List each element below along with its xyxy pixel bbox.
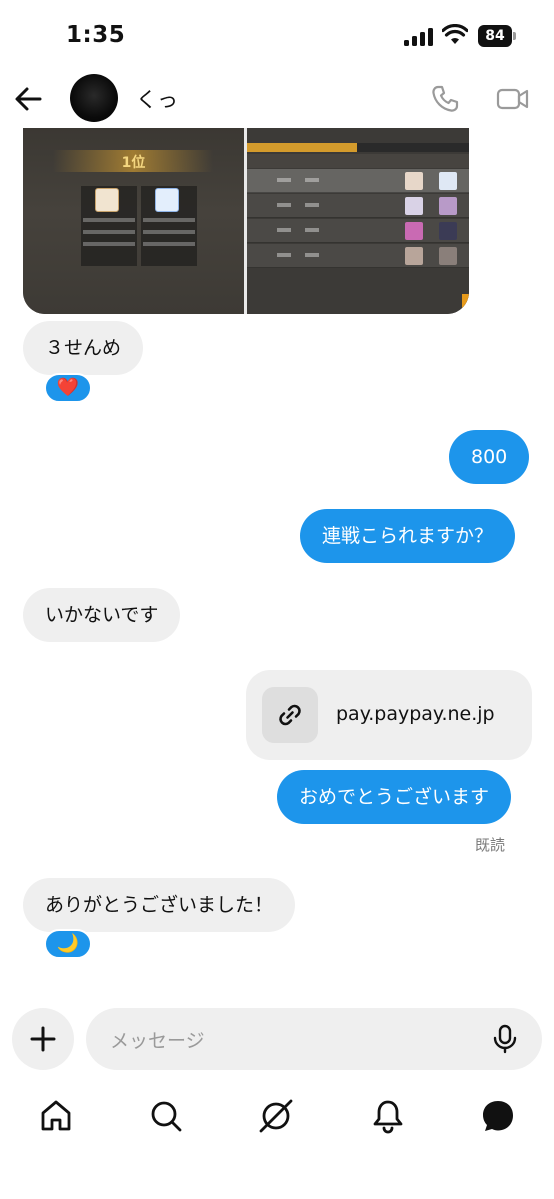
cellular-signal-icon bbox=[404, 28, 434, 46]
microphone-icon[interactable] bbox=[490, 1024, 520, 1054]
message-bubble-outgoing[interactable]: おめでとうございます bbox=[277, 770, 512, 824]
contact-name[interactable]: くっ bbox=[136, 84, 178, 114]
link-preview-card[interactable]: pay.paypay.ne.jp bbox=[246, 670, 532, 760]
link-icon bbox=[279, 704, 301, 726]
back-arrow-icon[interactable] bbox=[12, 84, 46, 114]
message-bubble-outgoing[interactable]: 800 bbox=[449, 430, 530, 484]
read-receipt: 既読 bbox=[475, 836, 506, 854]
chat-header: くっ bbox=[0, 70, 554, 130]
screenshot-ranking-panel bbox=[247, 128, 469, 314]
home-icon[interactable] bbox=[38, 1098, 74, 1134]
message-input-placeholder: メッセージ bbox=[110, 1030, 205, 1052]
message-bubble-outgoing[interactable]: 連戦こられますか？ bbox=[300, 509, 516, 563]
avatar[interactable] bbox=[70, 74, 118, 122]
status-bar: 1:35 84 bbox=[0, 0, 554, 70]
plus-icon bbox=[30, 1026, 56, 1052]
screenshot-result-panel: 1位 bbox=[23, 128, 244, 314]
search-icon[interactable] bbox=[148, 1098, 184, 1134]
message-bubble-incoming[interactable]: いかないです bbox=[23, 588, 181, 642]
message-bubble-incoming[interactable]: ありがとうございました！ bbox=[23, 878, 296, 932]
battery-icon: 84 bbox=[478, 25, 516, 47]
heart-reaction[interactable]: ❤️ bbox=[44, 373, 92, 403]
link-url: pay.paypay.ne.jp bbox=[336, 703, 495, 725]
wifi-icon bbox=[442, 24, 468, 44]
bell-icon[interactable] bbox=[370, 1098, 406, 1134]
compass-icon[interactable] bbox=[258, 1098, 294, 1134]
message-input[interactable]: メッセージ bbox=[86, 1008, 542, 1070]
shared-screenshot-image[interactable]: 1位 bbox=[23, 128, 469, 314]
chat-bubble-icon[interactable] bbox=[480, 1098, 516, 1134]
status-time: 1:35 bbox=[66, 22, 126, 48]
bottom-navigation bbox=[0, 1090, 554, 1146]
player-card bbox=[81, 186, 137, 266]
battery-level: 84 bbox=[478, 25, 512, 47]
phone-icon[interactable] bbox=[430, 84, 460, 114]
add-attachment-button[interactable] bbox=[12, 1008, 74, 1070]
video-camera-icon[interactable] bbox=[496, 86, 530, 112]
moon-reaction[interactable]: 🌙 bbox=[44, 929, 92, 959]
player-card bbox=[141, 186, 197, 266]
link-icon-container bbox=[262, 687, 318, 743]
message-bubble-incoming[interactable]: ３せんめ bbox=[23, 321, 144, 375]
rank-label: 1位 bbox=[121, 155, 146, 171]
